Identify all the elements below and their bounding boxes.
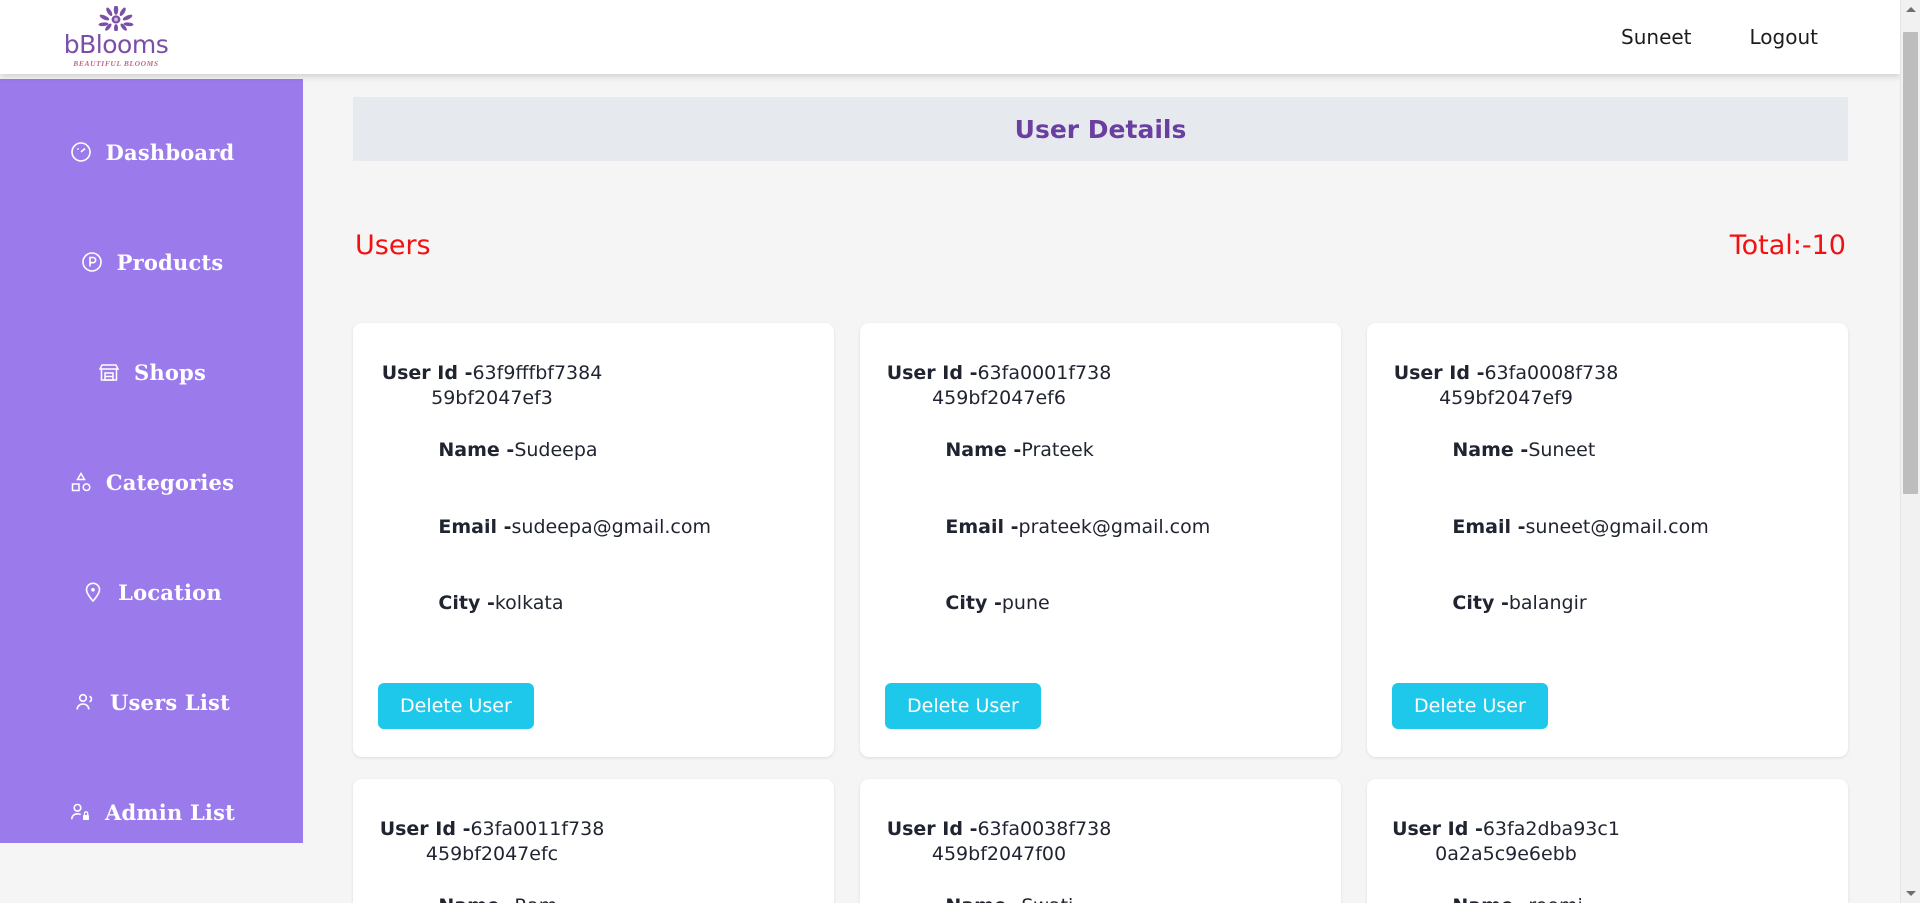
brand-name: bBlooms	[63, 30, 169, 59]
name-value: Suneet	[1528, 438, 1596, 461]
name-value: Sudeepa	[514, 438, 598, 461]
name-value: roomi	[1528, 895, 1582, 903]
map-pin-icon	[85, 582, 101, 603]
email-value: suneet@gmail.com	[1525, 515, 1709, 538]
users-card-grid: User Id -63f9fffbf738459bf2047ef3 Name -…	[353, 323, 1848, 903]
user-name-line: Name -Prateek	[885, 413, 1341, 489]
user-id-line: User Id -63f9fffbf738459bf2047ef3	[378, 361, 606, 412]
user-card: User Id -63fa0008f738459bf2047ef9 Name -…	[1367, 323, 1848, 757]
user-city-line: City -kolkata	[378, 566, 834, 642]
city-value: pune	[1001, 592, 1050, 615]
sidebar-nav: Dashboard Products Shops Categories Loca	[0, 79, 303, 843]
name-label: Name -	[438, 438, 515, 461]
email-label: Email -	[1452, 515, 1526, 538]
brand-logo[interactable]: bBlooms BEAUTIFUL BLOOMS	[63, 6, 169, 68]
user-name-line: Name -Ram	[378, 868, 834, 903]
user-name-line: Name -Swati	[885, 868, 1341, 903]
section-title: Users	[355, 230, 431, 261]
user-id-label: User Id -	[379, 817, 471, 840]
main-content: User Details Users Total:-10 User Id -63…	[303, 79, 1900, 903]
header-username[interactable]: Suneet	[1621, 25, 1692, 49]
user-name-line: Name -Sudeepa	[378, 413, 834, 489]
user-email-line: Email -suneet@gmail.com	[1392, 489, 1848, 565]
scroll-up-arrow[interactable]	[1901, 0, 1920, 19]
sidebar-item-location[interactable]: Location	[0, 537, 303, 647]
email-label: Email -	[438, 515, 512, 538]
user-card: User Id -63fa0011f738459bf2047efc Name -…	[353, 778, 834, 903]
users-icon	[76, 693, 93, 710]
sidebar-item-label: Products	[116, 249, 224, 275]
user-email-line: Email -sudeepa@gmail.com	[378, 489, 834, 565]
user-id-line: User Id -63fa0038f738459bf2047f00	[885, 817, 1113, 868]
brand-tagline: BEAUTIFUL BLOOMS	[73, 59, 159, 68]
name-value: Prateek	[1021, 438, 1094, 461]
user-card: User Id -63f9fffbf738459bf2047ef3 Name -…	[353, 323, 834, 757]
user-email-line: Email -prateek@gmail.com	[885, 489, 1341, 565]
sidebar-item-dashboard[interactable]: Dashboard	[0, 97, 303, 207]
user-card: User Id -63fa2dba93c10a2a5c9e6ebb Name -…	[1367, 778, 1848, 903]
sidebar-item-label: Admin List	[104, 799, 236, 825]
users-total-count: Total:-10	[1729, 230, 1846, 261]
top-header: bBlooms BEAUTIFUL BLOOMS Suneet Logout	[0, 0, 1900, 74]
logout-button[interactable]: Logout	[1750, 25, 1818, 49]
product-circle-p-icon	[81, 252, 102, 272]
delete-user-button[interactable]: Delete User	[885, 682, 1041, 729]
sidebar-item-label: Categories	[105, 469, 235, 495]
sidebar-item-categories[interactable]: Categories	[0, 427, 303, 537]
name-label: Name -	[1452, 438, 1529, 461]
delete-user-button[interactable]: Delete User	[1392, 682, 1548, 729]
page-banner: User Details	[353, 97, 1848, 161]
sidebar-item-label: Users List	[110, 689, 230, 715]
city-label: City -	[1452, 592, 1509, 615]
storefront-icon	[98, 364, 120, 381]
user-lock-icon	[70, 803, 89, 820]
user-city-line: City -balangir	[1392, 566, 1848, 642]
user-name-line: Name -roomi	[1392, 868, 1848, 903]
vertical-scrollbar[interactable]	[1900, 0, 1920, 903]
name-label: Name -	[438, 895, 514, 903]
city-value: balangir	[1508, 592, 1587, 615]
delete-user-button[interactable]: Delete User	[378, 682, 534, 729]
user-id-label: User Id -	[1393, 362, 1485, 384]
shapes-icon	[71, 472, 91, 492]
flower-icon	[98, 6, 134, 31]
user-id-line: User Id -63fa2dba93c10a2a5c9e6ebb	[1392, 817, 1620, 868]
name-label: Name -	[1452, 895, 1528, 903]
user-id-label: User Id -	[1392, 817, 1483, 840]
scrollbar-thumb[interactable]	[1903, 32, 1918, 494]
header-actions: Suneet Logout	[1621, 25, 1818, 49]
speedometer-icon	[70, 142, 91, 162]
users-section-header: Users Total:-10	[353, 230, 1848, 261]
sidebar-item-products[interactable]: Products	[0, 207, 303, 317]
sidebar-item-label: Dashboard	[105, 139, 235, 165]
user-city-line: City -pune	[885, 566, 1341, 642]
user-id-label: User Id -	[381, 362, 473, 384]
page-title: User Details	[1014, 114, 1187, 144]
name-label: Name -	[945, 895, 1021, 903]
city-label: City -	[438, 592, 495, 615]
user-id-line: User Id -63fa0008f738459bf2047ef9	[1392, 361, 1620, 412]
sidebar-item-users-list[interactable]: Users List	[0, 647, 303, 757]
user-id-label: User Id -	[886, 362, 978, 384]
name-value: Swati	[1021, 895, 1073, 903]
user-id-line: User Id -63fa0011f738459bf2047efc	[378, 817, 606, 868]
sidebar-item-label: Location	[118, 579, 222, 605]
email-label: Email -	[945, 515, 1019, 538]
sidebar-item-admin-list[interactable]: Admin List	[0, 757, 303, 867]
user-id-label: User Id -	[886, 817, 978, 840]
email-value: sudeepa@gmail.com	[511, 515, 712, 538]
name-value: Ram	[514, 895, 557, 903]
city-label: City -	[945, 592, 1002, 615]
user-id-line: User Id -63fa0001f738459bf2047ef6	[885, 361, 1113, 412]
name-label: Name -	[945, 438, 1022, 461]
app-root: bBlooms BEAUTIFUL BLOOMS Suneet Logout D…	[0, 0, 1920, 903]
user-card: User Id -63fa0001f738459bf2047ef6 Name -…	[860, 323, 1341, 757]
user-card: User Id -63fa0038f738459bf2047f00 Name -…	[860, 778, 1341, 903]
scroll-down-arrow[interactable]	[1901, 884, 1920, 903]
user-name-line: Name -Suneet	[1392, 413, 1848, 489]
sidebar-item-shops[interactable]: Shops	[0, 317, 303, 427]
sidebar-item-label: Shops	[134, 359, 206, 385]
email-value: prateek@gmail.com	[1018, 515, 1211, 538]
city-value: kolkata	[494, 592, 564, 615]
